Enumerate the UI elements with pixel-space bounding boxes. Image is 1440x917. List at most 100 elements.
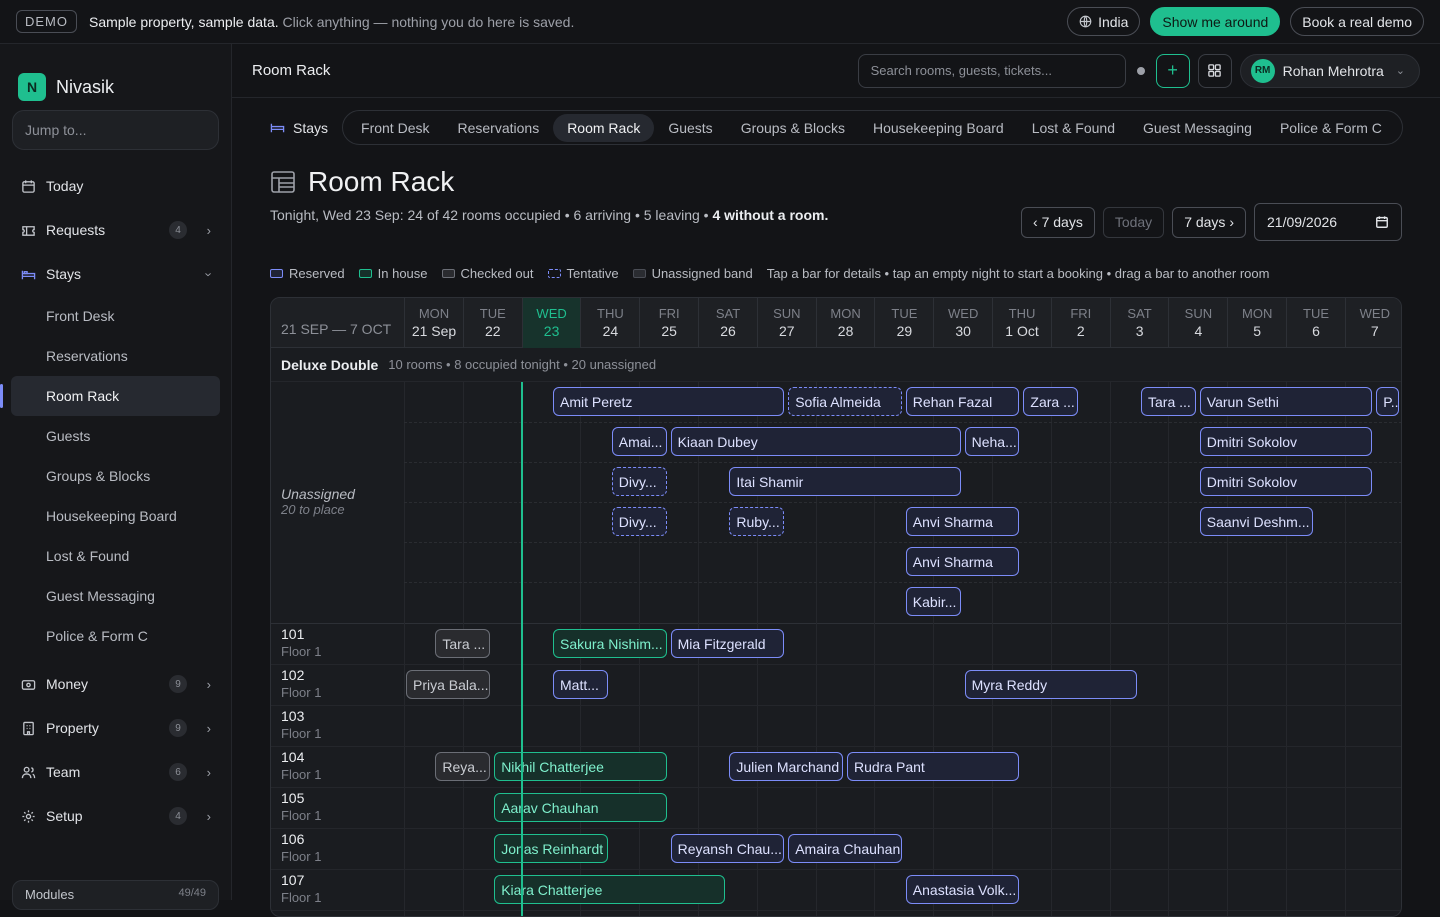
day-column-header[interactable]: WED 23 bbox=[521, 298, 581, 348]
booking-bar[interactable]: Reya... bbox=[435, 752, 491, 781]
day-column-header[interactable]: TUE 22 bbox=[462, 298, 522, 348]
booking-bar[interactable]: Neha... bbox=[964, 427, 1020, 456]
day-column-header[interactable]: SUN 4 bbox=[1168, 298, 1227, 348]
booking-bar[interactable]: Kabir... bbox=[905, 587, 961, 616]
sidebar-subitem-housekeeping-board[interactable]: Housekeeping Board bbox=[0, 496, 231, 536]
tab-housekeeping-board[interactable]: Housekeeping Board bbox=[859, 114, 1018, 142]
booking-bar[interactable]: Dmitri Sokolov bbox=[1199, 427, 1373, 456]
booking-bar[interactable]: Sakura Nishim... bbox=[553, 629, 667, 658]
day-column-header[interactable]: THU 24 bbox=[580, 298, 639, 348]
booking-bar[interactable]: Tara ... bbox=[435, 629, 491, 658]
occupancy-summary: Tonight, Wed 23 Sep: 24 of 42 rooms occu… bbox=[270, 207, 829, 223]
booking-bar[interactable]: Kiaan Dubey bbox=[670, 427, 961, 456]
day-column-header[interactable]: SAT 3 bbox=[1109, 298, 1169, 348]
booking-bar[interactable]: Mia Fitzgerald bbox=[670, 629, 785, 658]
tab-police-form-c[interactable]: Police & Form C bbox=[1266, 114, 1398, 142]
room-floor: Floor 1 bbox=[281, 685, 322, 700]
next-7-days-button[interactable]: 7 days › bbox=[1172, 206, 1246, 238]
booking-bar[interactable]: Tara ... bbox=[1141, 387, 1196, 416]
tab-lost-found[interactable]: Lost & Found bbox=[1018, 114, 1129, 142]
booking-bar[interactable]: Anvi Sharma bbox=[905, 547, 1020, 576]
add-button[interactable]: + bbox=[1155, 53, 1190, 88]
day-weekday: TUE bbox=[1303, 306, 1329, 321]
tab-room-rack[interactable]: Room Rack bbox=[553, 113, 655, 142]
chevron-right-icon: › bbox=[206, 222, 211, 238]
day-column-header[interactable]: SAT 26 bbox=[698, 298, 757, 348]
modules-panel[interactable]: Modules 49/49 bbox=[12, 880, 219, 910]
search-input[interactable]: Search rooms, guests, tickets... bbox=[857, 53, 1126, 88]
sidebar-item-property[interactable]: Property 9 › bbox=[0, 706, 231, 750]
book-demo-button[interactable]: Book a real demo bbox=[1290, 7, 1424, 36]
sidebar-item-team[interactable]: Team 6 › bbox=[0, 750, 231, 794]
day-column-header[interactable]: WED 7 bbox=[1344, 298, 1401, 348]
booking-bar[interactable]: Anvi Sharma bbox=[905, 507, 1020, 536]
booking-bar[interactable]: Priya Bala... bbox=[406, 670, 491, 699]
sidebar-subitem-guests[interactable]: Guests bbox=[0, 416, 231, 456]
room-label: 104 Floor 1 bbox=[281, 749, 321, 783]
booking-bar[interactable]: Zara ... bbox=[1023, 387, 1079, 416]
booking-bar[interactable]: Reyansh Chau... bbox=[670, 834, 785, 863]
room-row[interactable]: 107 Floor 1 bbox=[271, 870, 1401, 911]
user-menu[interactable]: RM Rohan Mehrotra ⌄ bbox=[1239, 53, 1420, 88]
sidebar-subitem-front-desk[interactable]: Front Desk bbox=[0, 296, 231, 336]
booking-bar[interactable]: Rehan Fazal bbox=[905, 387, 1020, 416]
sidebar-subitem-groups-blocks[interactable]: Groups & Blocks bbox=[0, 456, 231, 496]
day-column-header[interactable]: FRI 25 bbox=[639, 298, 698, 348]
day-column-header[interactable]: TUE 6 bbox=[1286, 298, 1345, 348]
sidebar-item-requests[interactable]: Requests 4 › bbox=[0, 208, 231, 252]
day-column-header[interactable]: TUE 29 bbox=[874, 298, 933, 348]
sidebar-item-today[interactable]: Today bbox=[0, 164, 231, 208]
tab-list: Front Desk Reservations Room Rack Guests… bbox=[342, 110, 1403, 145]
room-row[interactable]: 105 Floor 1 bbox=[271, 788, 1401, 829]
today-button[interactable]: Today bbox=[1102, 206, 1165, 238]
booking-bar[interactable]: Julien Marchand bbox=[729, 752, 843, 781]
sidebar-subitem-lost-found[interactable]: Lost & Found bbox=[0, 536, 231, 576]
day-column-header[interactable]: MON 21 Sep bbox=[404, 298, 463, 348]
tab-front-desk[interactable]: Front Desk bbox=[347, 114, 443, 142]
day-column-header[interactable]: MON 28 bbox=[815, 298, 875, 348]
day-column-header[interactable]: MON 5 bbox=[1227, 298, 1286, 348]
sidebar-item-setup[interactable]: Setup 4 › bbox=[0, 794, 231, 838]
booking-bar[interactable]: Jonas Reinhardt bbox=[494, 834, 608, 863]
sidebar-subitem-room-rack[interactable]: Room Rack bbox=[0, 376, 220, 416]
booking-bar[interactable]: Amit Peretz bbox=[553, 387, 785, 416]
booking-bar[interactable]: Itai Shamir bbox=[729, 467, 961, 496]
booking-bar[interactable]: P... bbox=[1376, 387, 1399, 416]
show-me-around-button[interactable]: Show me around bbox=[1150, 7, 1281, 36]
sidebar-item-money[interactable]: Money 9 › bbox=[0, 662, 231, 706]
calendar-icon bbox=[20, 178, 36, 194]
date-picker[interactable]: 21/09/2026 bbox=[1254, 203, 1402, 241]
tab-guest-messaging[interactable]: Guest Messaging bbox=[1129, 114, 1266, 142]
booking-bar[interactable]: Saanvi Deshm... bbox=[1199, 507, 1314, 536]
booking-bar[interactable]: Matt... bbox=[553, 670, 608, 699]
sidebar-subitem-reservations[interactable]: Reservations bbox=[0, 336, 231, 376]
booking-bar[interactable]: Varun Sethi bbox=[1199, 387, 1373, 416]
day-column-header[interactable]: SUN 27 bbox=[756, 298, 816, 348]
room-row[interactable]: 103 Floor 1 bbox=[271, 706, 1401, 747]
sidebar-subitem-police-form-c[interactable]: Police & Form C bbox=[0, 616, 231, 656]
brand[interactable]: N Nivasik bbox=[0, 44, 231, 110]
apps-grid-button[interactable] bbox=[1197, 53, 1232, 88]
sidebar-subitem-guest-messaging[interactable]: Guest Messaging bbox=[0, 576, 231, 616]
tab-groups-blocks[interactable]: Groups & Blocks bbox=[727, 114, 859, 142]
region-selector[interactable]: India bbox=[1067, 7, 1141, 36]
booking-bar[interactable]: Divy... bbox=[611, 467, 667, 496]
room-type-header[interactable]: Deluxe Double 10 rooms • 8 occupied toni… bbox=[271, 348, 1401, 382]
tab-guests[interactable]: Guests bbox=[654, 114, 726, 142]
booking-bar[interactable]: Amaira Chauhan bbox=[788, 834, 902, 863]
day-column-header[interactable]: FRI 2 bbox=[1050, 298, 1110, 348]
booking-bar[interactable]: Rudra Pant bbox=[847, 752, 1020, 781]
wallet-icon bbox=[20, 676, 36, 692]
sidebar-item-stays[interactable]: Stays › bbox=[0, 252, 231, 296]
booking-bar[interactable]: Sofia Almeida bbox=[788, 387, 902, 416]
day-column-header[interactable]: WED 30 bbox=[933, 298, 992, 348]
booking-bar[interactable]: Divy... bbox=[611, 507, 667, 536]
booking-bar[interactable]: Dmitri Sokolov bbox=[1199, 467, 1373, 496]
prev-7-days-button[interactable]: ‹ 7 days bbox=[1021, 206, 1095, 238]
tab-reservations[interactable]: Reservations bbox=[443, 114, 553, 142]
booking-bar[interactable]: Ruby... bbox=[729, 507, 785, 536]
jump-to-input[interactable]: Jump to... bbox=[12, 110, 219, 150]
day-column-header[interactable]: THU 1 Oct bbox=[992, 298, 1051, 348]
booking-bar[interactable]: Myra Reddy bbox=[964, 670, 1137, 699]
booking-bar[interactable]: Amai... bbox=[611, 427, 667, 456]
